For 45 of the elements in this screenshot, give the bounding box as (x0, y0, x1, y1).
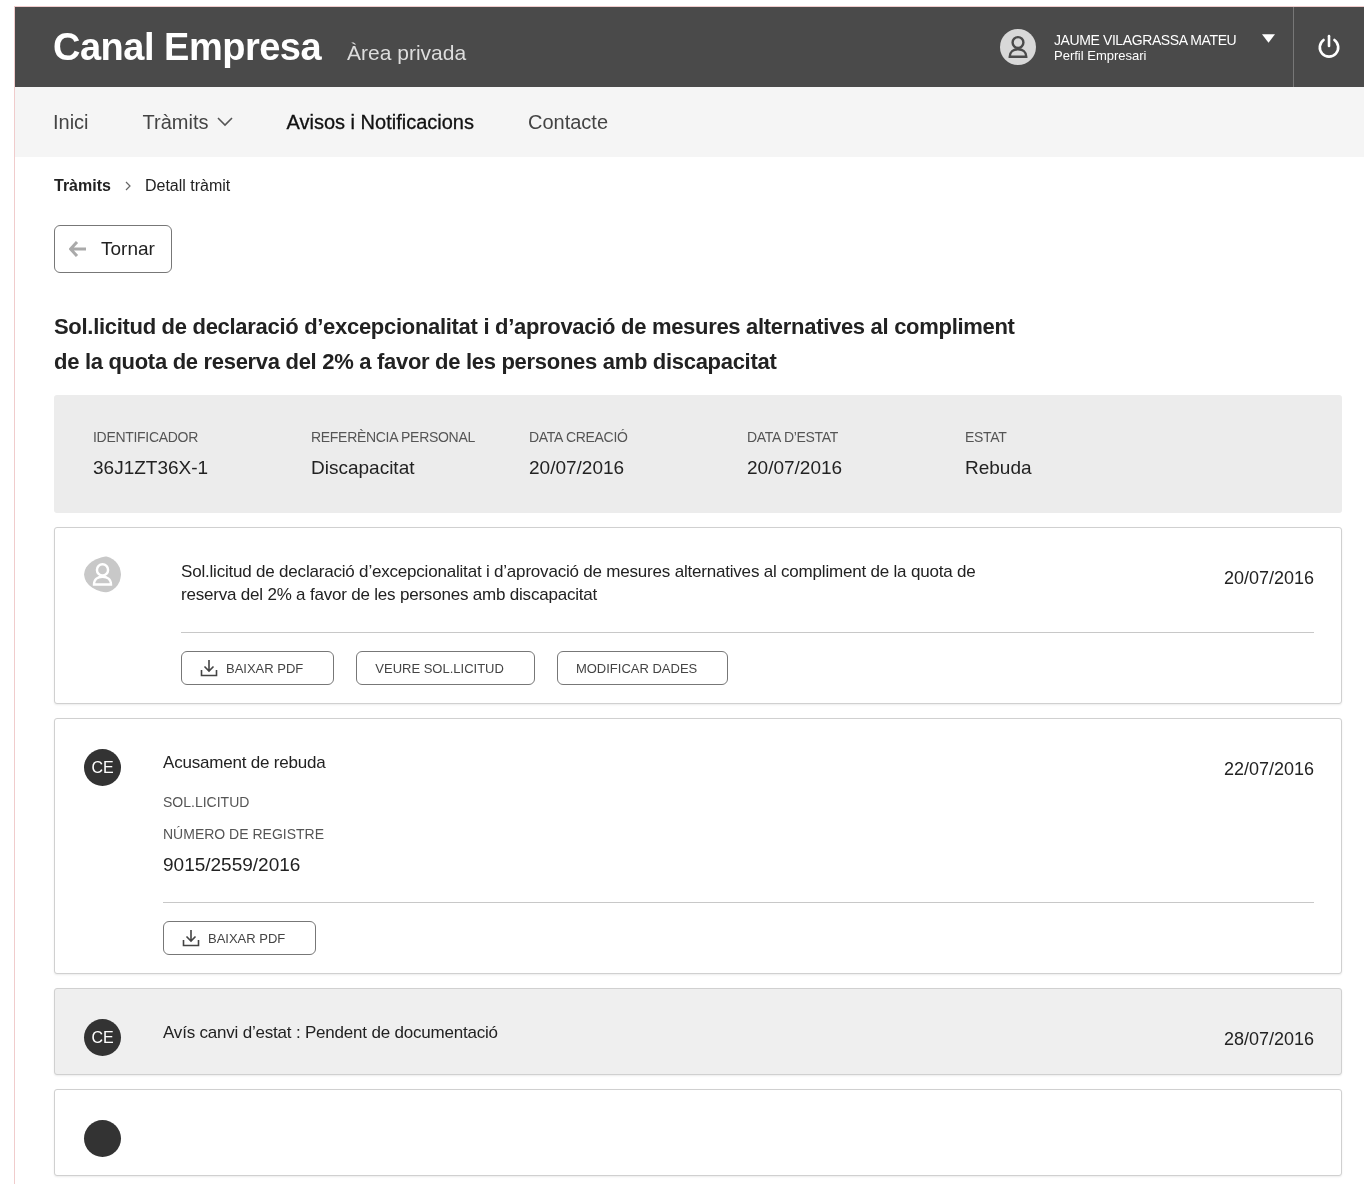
action-button[interactable]: VEURE SOL.LICITUD (356, 651, 535, 685)
download-button[interactable]: BAIXAR PDF (181, 651, 335, 685)
field-value: Discapacitat (311, 457, 416, 479)
event-date: 22/07/2016 (1223, 758, 1314, 780)
download-icon (200, 659, 218, 677)
action-button[interactable]: MODIFICAR DADES (556, 651, 729, 685)
caret-icon[interactable] (1262, 33, 1275, 43)
nav-link[interactable]: Contacte (528, 110, 609, 134)
field-label: ESTAT (965, 429, 1008, 445)
field-value: 20/07/2016 (747, 457, 844, 479)
arrow-left-icon (69, 241, 87, 257)
event-date: 28/07/2016 (1223, 1028, 1314, 1050)
site-logo[interactable]: Canal Empresa (53, 25, 322, 69)
download-button[interactable]: BAIXAR PDF (163, 921, 317, 955)
field-value: Rebuda (965, 457, 1033, 479)
download-icon (182, 929, 200, 947)
detail-value: 9015/2559/2016 (163, 854, 302, 876)
user-name[interactable]: JAUME VILAGRASSA MATEU (1054, 31, 1244, 48)
field-value: 20/07/2016 (529, 457, 626, 479)
chevron-right-icon (124, 181, 131, 191)
breadcrumb-link[interactable]: Tràmits (54, 177, 111, 195)
sender-avatar: CE (84, 1019, 121, 1056)
detail-label: NÚMERO DE REGISTRE (163, 826, 325, 842)
site-subtitle: Àrea privada (347, 40, 467, 65)
back-button[interactable]: Tornar (54, 225, 172, 273)
event-title: Sol.licitud de declaració d’excepcionalitat i d’aprovació de mesures alternatives al compliment de la quota de reserva del 2% a favor de les persones amb discapacitat (181, 561, 977, 606)
field-label: DATA D’ESTAT (747, 429, 840, 445)
nav-link[interactable]: Inici (53, 110, 89, 134)
detail-label: SOL.LICITUD (163, 794, 251, 810)
breadcrumb-current: Detall tràmit (144, 177, 231, 195)
page-title: Sol.licitud de declaració d’excepcionalitat i d’aprovació de mesures alternatives al compliment de la quota de reserva del 2% a favor de les persones amb discapacitat (54, 313, 1016, 376)
field-label: REFERÈNCIA PERSONAL (311, 429, 476, 445)
event-title: Avís canvi d’estat : Pendent de documentació (163, 1022, 498, 1044)
field-label: IDENTIFICADOR (93, 429, 199, 445)
power-icon[interactable] (1316, 34, 1342, 60)
event-date: 20/07/2016 (1223, 567, 1314, 589)
sender-avatar (84, 1120, 121, 1157)
sender-avatar: CE (84, 749, 121, 786)
user-avatar-icon[interactable] (1000, 29, 1036, 65)
nav-link[interactable]: Tràmits (142, 110, 233, 134)
event-title: Acusament de rebuda (163, 752, 326, 774)
user-profile: Perfil Empresari (1054, 47, 1148, 63)
nav-link[interactable]: Avisos i Notificacions (286, 110, 474, 134)
field-label: DATA CREACIÓ (529, 429, 629, 445)
field-value: 36J1ZT36X-1 (93, 457, 210, 479)
